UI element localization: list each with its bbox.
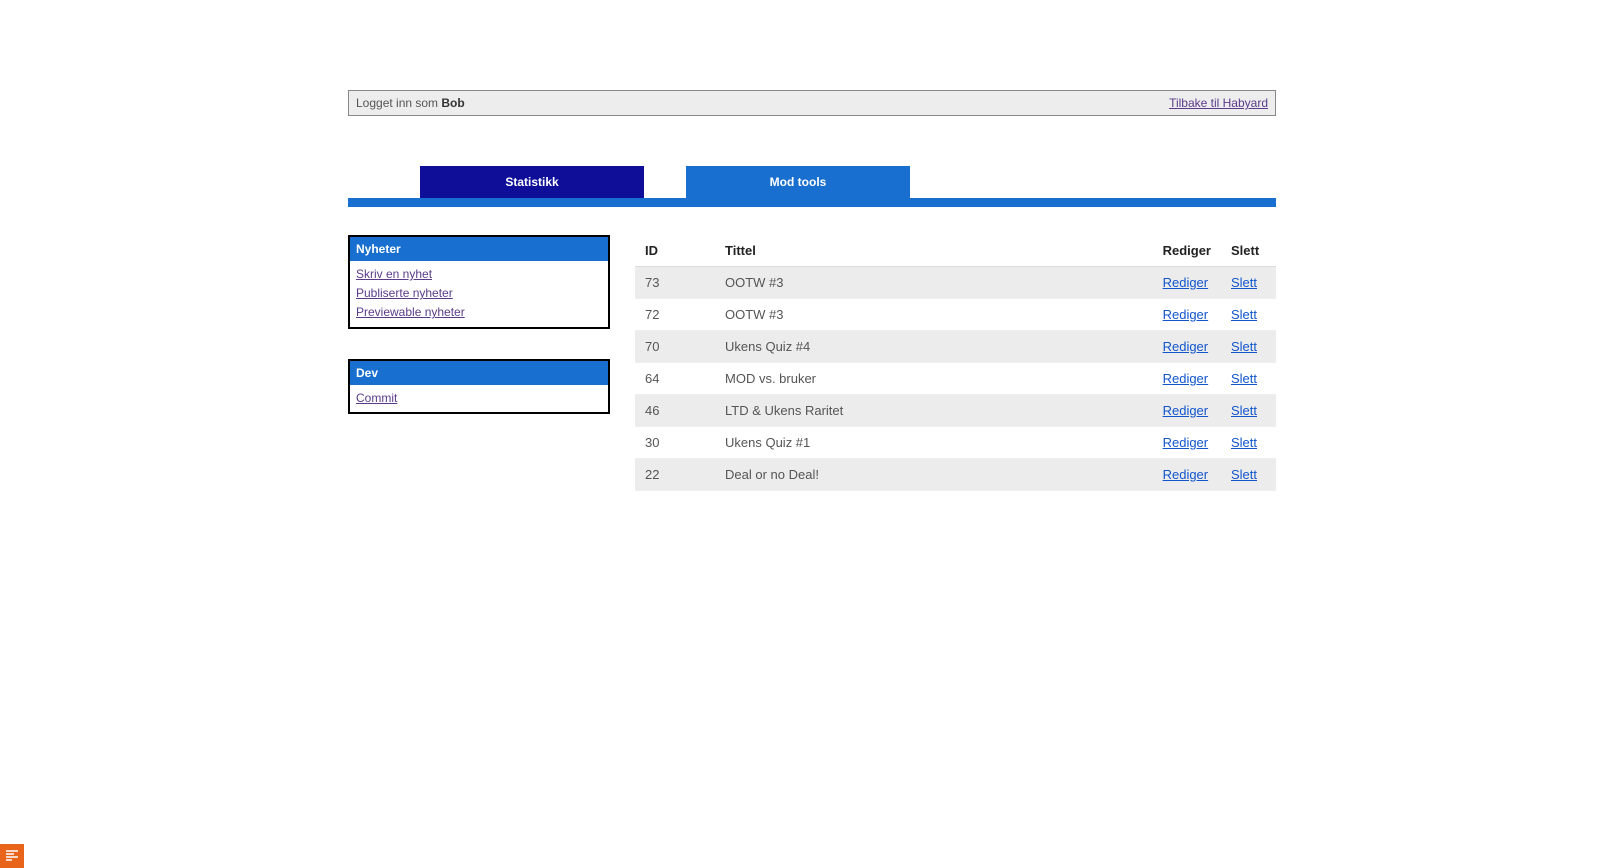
- cell-slett: Slett: [1221, 267, 1276, 299]
- delete-link[interactable]: Slett: [1231, 403, 1257, 418]
- table-row: 64MOD vs. bruker Rediger Slett: [635, 363, 1276, 395]
- cell-id: 30: [635, 427, 715, 459]
- cell-id: 73: [635, 267, 715, 299]
- cell-tittel: Deal or no Deal!: [715, 459, 1153, 491]
- cell-rediger: Rediger: [1153, 363, 1221, 395]
- cell-slett: Slett: [1221, 299, 1276, 331]
- cell-rediger: Rediger: [1153, 427, 1221, 459]
- login-status: Logget inn som Bob: [356, 96, 465, 110]
- link-publiserte-nyheter[interactable]: Publiserte nyheter: [356, 284, 602, 303]
- table-row: 72OOTW #3 Rediger Slett: [635, 299, 1276, 331]
- edit-link[interactable]: Rediger: [1163, 467, 1209, 482]
- panel-nyheter: Nyheter Skriv en nyhet Publiserte nyhete…: [348, 235, 610, 329]
- top-bar: Logget inn som Bob Tilbake til Habyard: [348, 90, 1276, 116]
- panel-dev: Dev Commit: [348, 359, 610, 414]
- cell-slett: Slett: [1221, 331, 1276, 363]
- cell-id: 46: [635, 395, 715, 427]
- tab-statistikk[interactable]: Statistikk: [420, 166, 644, 198]
- table-row: 70Ukens Quiz #4 Rediger Slett: [635, 331, 1276, 363]
- tabs: Statistikk Mod tools: [348, 166, 1276, 198]
- delete-link[interactable]: Slett: [1231, 339, 1257, 354]
- edit-link[interactable]: Rediger: [1163, 275, 1209, 290]
- cell-tittel: LTD & Ukens Raritet: [715, 395, 1153, 427]
- sidebar: Nyheter Skriv en nyhet Publiserte nyhete…: [348, 235, 610, 491]
- table-row: 30Ukens Quiz #1 Rediger Slett: [635, 427, 1276, 459]
- cell-rediger: Rediger: [1153, 395, 1221, 427]
- panel-dev-body: Commit: [350, 385, 608, 412]
- delete-link[interactable]: Slett: [1231, 275, 1257, 290]
- cell-slett: Slett: [1221, 395, 1276, 427]
- delete-link[interactable]: Slett: [1231, 307, 1257, 322]
- login-prefix: Logget inn som: [356, 96, 441, 110]
- edit-link[interactable]: Rediger: [1163, 307, 1209, 322]
- cell-tittel: Ukens Quiz #4: [715, 331, 1153, 363]
- link-previewable-nyheter[interactable]: Previewable nyheter: [356, 303, 602, 322]
- panel-dev-header: Dev: [350, 361, 608, 385]
- table-row: 73OOTW #3 Rediger Slett: [635, 267, 1276, 299]
- th-rediger: Rediger: [1153, 235, 1221, 267]
- table-header-row: ID Tittel Rediger Slett: [635, 235, 1276, 267]
- link-commit[interactable]: Commit: [356, 389, 602, 408]
- panel-nyheter-body: Skriv en nyhet Publiserte nyheter Previe…: [350, 261, 608, 327]
- cell-id: 22: [635, 459, 715, 491]
- tab-modtools[interactable]: Mod tools: [686, 166, 910, 198]
- cell-tittel: MOD vs. bruker: [715, 363, 1153, 395]
- dev-badge-icon[interactable]: [0, 844, 24, 868]
- cell-tittel: OOTW #3: [715, 267, 1153, 299]
- panel-nyheter-header: Nyheter: [350, 237, 608, 261]
- table-row: 46LTD & Ukens Raritet Rediger Slett: [635, 395, 1276, 427]
- link-skriv-nyhet[interactable]: Skriv en nyhet: [356, 265, 602, 284]
- edit-link[interactable]: Rediger: [1163, 371, 1209, 386]
- table-row: 22Deal or no Deal! Rediger Slett: [635, 459, 1276, 491]
- tab-underline: [348, 198, 1276, 207]
- main-content: ID Tittel Rediger Slett 73OOTW #3Rediger…: [635, 235, 1276, 491]
- cell-rediger: Rediger: [1153, 267, 1221, 299]
- cell-rediger: Rediger: [1153, 459, 1221, 491]
- cell-id: 64: [635, 363, 715, 395]
- th-id: ID: [635, 235, 715, 267]
- edit-link[interactable]: Rediger: [1163, 339, 1209, 354]
- th-tittel: Tittel: [715, 235, 1153, 267]
- delete-link[interactable]: Slett: [1231, 435, 1257, 450]
- cell-id: 70: [635, 331, 715, 363]
- cell-rediger: Rediger: [1153, 331, 1221, 363]
- edit-link[interactable]: Rediger: [1163, 403, 1209, 418]
- news-table: ID Tittel Rediger Slett 73OOTW #3Rediger…: [635, 235, 1276, 491]
- cell-rediger: Rediger: [1153, 299, 1221, 331]
- cell-tittel: Ukens Quiz #1: [715, 427, 1153, 459]
- delete-link[interactable]: Slett: [1231, 371, 1257, 386]
- back-link[interactable]: Tilbake til Habyard: [1169, 96, 1268, 110]
- cell-id: 72: [635, 299, 715, 331]
- cell-tittel: OOTW #3: [715, 299, 1153, 331]
- cell-slett: Slett: [1221, 459, 1276, 491]
- th-slett: Slett: [1221, 235, 1276, 267]
- username: Bob: [441, 96, 464, 110]
- edit-link[interactable]: Rediger: [1163, 435, 1209, 450]
- cell-slett: Slett: [1221, 427, 1276, 459]
- cell-slett: Slett: [1221, 363, 1276, 395]
- delete-link[interactable]: Slett: [1231, 467, 1257, 482]
